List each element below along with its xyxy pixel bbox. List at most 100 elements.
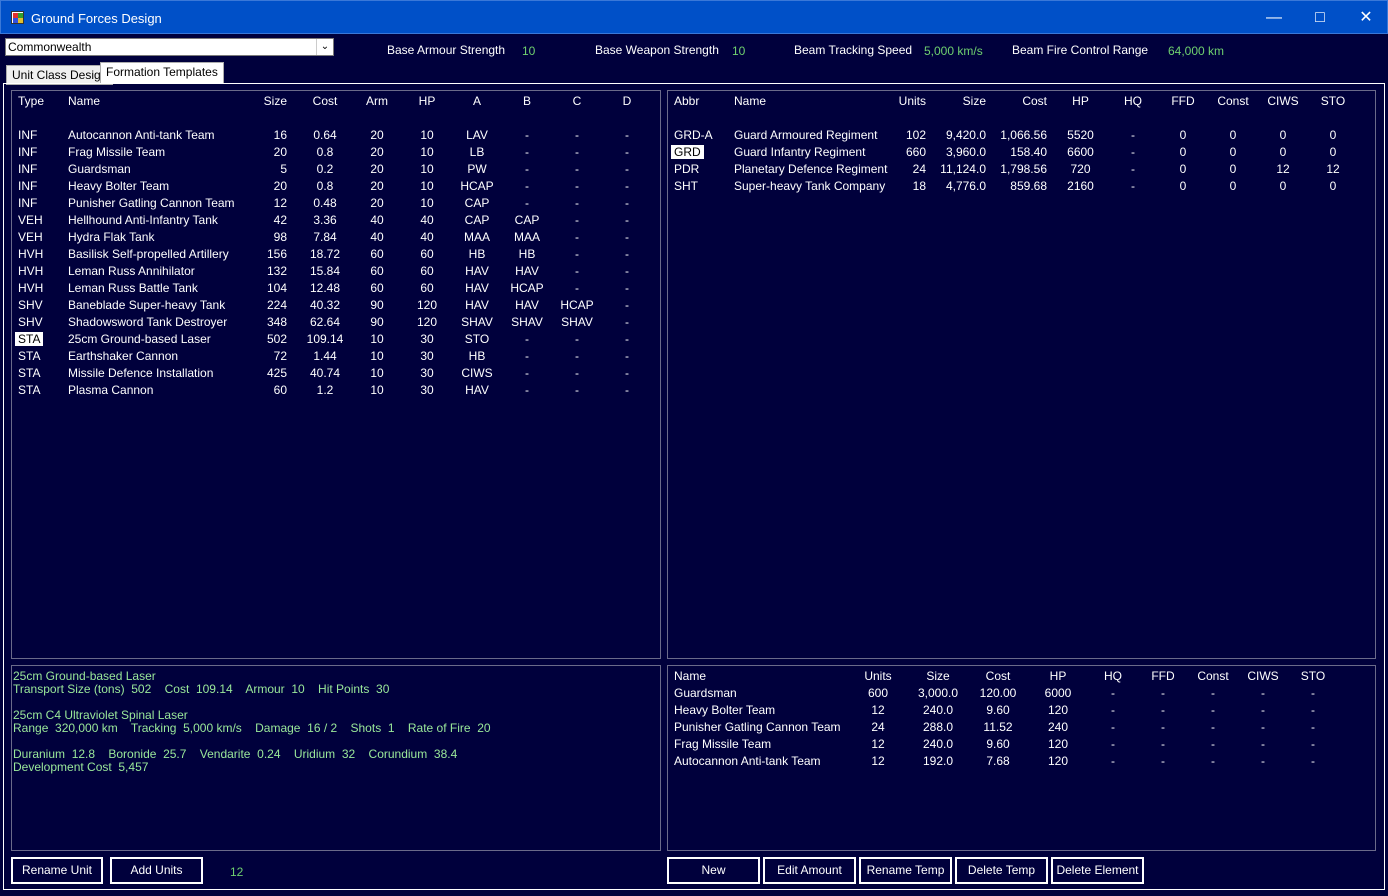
column-header-hp[interactable]: HP [412, 94, 442, 108]
column-header-type[interactable]: Type [18, 94, 44, 108]
cell-b: HAV [515, 264, 539, 278]
unit-class-list[interactable]: Type Name Size Cost Arm HP A B C D INF Autocannon A… [11, 90, 661, 659]
unit-row[interactable]: INF Punisher Gatling Cannon Team 12 0.48 20 1… [12, 196, 660, 213]
new-template-button[interactable]: New [667, 857, 760, 884]
column-header-d[interactable]: D [602, 94, 652, 108]
base-armour-strength-value: 10 [522, 44, 536, 58]
unit-row[interactable]: VEH Hydra Flak Tank 98 7.84 40 40 MAA MAA - - [12, 230, 660, 247]
cell-cost: 0.48 [313, 196, 337, 210]
cell-cost: 109.14 [306, 332, 344, 346]
cell-b: - [525, 349, 529, 363]
template-row[interactable]: GRD-A Guard Armoured Regiment 102 9,420.0 1,… [668, 128, 1375, 145]
column-header-ffd[interactable]: FFD [1163, 94, 1203, 108]
column-header-const[interactable]: Const [1208, 94, 1258, 108]
cell-b: - [525, 366, 529, 380]
element-row[interactable]: Heavy Bolter Team 12 240.0 9.60 120 - - - - - [668, 703, 1375, 720]
cell-size: 16 [273, 128, 287, 142]
unit-row[interactable]: VEH Hellhound Anti-Infantry Tank 42 3.36 40 4… [12, 213, 660, 230]
column-header-size[interactable]: Size [936, 94, 986, 108]
cell-ffd: - [1161, 720, 1165, 734]
cell-size: 348 [266, 315, 287, 329]
column-header-size[interactable]: Size [908, 669, 968, 683]
element-row[interactable]: Frag Missile Team 12 240.0 9.60 120 - - - - - [668, 737, 1375, 754]
cell-name: Punisher Gatling Cannon Team [68, 196, 235, 210]
column-header-c[interactable]: C [552, 94, 602, 108]
maximize-icon[interactable]: □ [1297, 1, 1343, 34]
cell-type: INF [18, 179, 38, 193]
rename-unit-button[interactable]: Rename Unit [11, 857, 103, 884]
unit-row[interactable]: INF Frag Missile Team 20 0.8 20 10 LB - - - [12, 145, 660, 162]
unit-row[interactable]: SHV Shadowsword Tank Destroyer 348 62.64 90 1… [12, 315, 660, 332]
column-header-name[interactable]: Name [734, 94, 766, 108]
unit-row[interactable]: HVH Leman Russ Battle Tank 104 12.48 60 60 HAV… [12, 281, 660, 298]
cell-units: 18 [912, 179, 926, 193]
column-header-cost[interactable]: Cost [968, 669, 1028, 683]
column-header-name[interactable]: Name [674, 669, 706, 683]
tab-unit-class-design[interactable]: Unit Class Design [6, 65, 114, 85]
unit-row[interactable]: INF Autocannon Anti-tank Team 16 0.64 20 10 LA… [12, 128, 660, 145]
column-header-hq[interactable]: HQ [1088, 669, 1138, 683]
element-row[interactable]: Autocannon Anti-tank Team 12 192.0 7.68 120 -… [668, 754, 1375, 771]
delete-element-button[interactable]: Delete Element [1051, 857, 1144, 884]
cell-a: HB [468, 349, 486, 363]
cell-c: - [575, 332, 579, 346]
template-row[interactable]: PDR Planetary Defence Regiment 24 11,124.0 1… [668, 162, 1375, 179]
cell-type: INF [18, 128, 38, 142]
close-icon[interactable]: ✕ [1343, 1, 1388, 34]
column-header-b[interactable]: B [502, 94, 552, 108]
chevron-down-icon[interactable]: ⌄ [316, 39, 333, 55]
column-header-ciws[interactable]: CIWS [1238, 669, 1288, 683]
column-header-sto[interactable]: STO [1288, 669, 1338, 683]
unit-row[interactable]: HVH Basilisk Self-propelled Artillery 156 1… [12, 247, 660, 264]
cell-hp: 720 [1070, 162, 1091, 176]
cell-arm: 60 [370, 264, 384, 278]
column-header-ffd[interactable]: FFD [1138, 669, 1188, 683]
tab-formation-templates[interactable]: Formation Templates [100, 62, 224, 84]
column-header-hq[interactable]: HQ [1113, 94, 1153, 108]
unit-info-panel: 25cm Ground-based Laser Transport Size (t… [11, 665, 661, 851]
column-header-hp[interactable]: HP [1038, 669, 1078, 683]
cell-ciws: - [1261, 754, 1265, 768]
column-header-arm[interactable]: Arm [362, 94, 392, 108]
cell-ffd: 0 [1179, 162, 1187, 176]
template-element-list[interactable]: Name Units Size Cost HP HQ FFD Const CIWS STO Guar… [667, 665, 1376, 851]
cell-ffd: - [1161, 754, 1165, 768]
rename-template-button[interactable]: Rename Temp [859, 857, 952, 884]
column-header-ciws[interactable]: CIWS [1258, 94, 1308, 108]
column-header-size[interactable]: Size [257, 94, 287, 108]
column-header-a[interactable]: A [452, 94, 502, 108]
delete-template-button[interactable]: Delete Temp [955, 857, 1048, 884]
unit-row[interactable]: INF Guardsman 5 0.2 20 10 PW - - - [12, 162, 660, 179]
column-header-units[interactable]: Units [858, 669, 898, 683]
column-header-hp[interactable]: HP [1058, 94, 1103, 108]
unit-row[interactable]: HVH Leman Russ Annihilator 132 15.84 60 60 HAV… [12, 264, 660, 281]
unit-row[interactable]: STA Plasma Cannon 60 1.2 10 30 HAV - - - [12, 383, 660, 400]
column-header-name[interactable]: Name [68, 94, 100, 108]
column-header-sto[interactable]: STO [1308, 94, 1358, 108]
template-row[interactable]: SHT Super-heavy Tank Company 18 4,776.0 859.… [668, 179, 1375, 196]
unit-row[interactable]: STA Missile Defence Installation 425 40.74 1… [12, 366, 660, 383]
unit-row[interactable]: STA 25cm Ground-based Laser 502 109.14 10 30 S… [12, 332, 660, 349]
column-header-cost[interactable]: Cost [300, 94, 350, 108]
unit-row[interactable]: SHV Baneblade Super-heavy Tank 224 40.32 90 1… [12, 298, 660, 315]
cell-hp: 10 [420, 179, 434, 193]
column-header-cost[interactable]: Cost [988, 94, 1047, 108]
faction-select[interactable]: Commonwealth ⌄ [5, 38, 334, 56]
element-row[interactable]: Guardsman 600 3,000.0 120.00 6000 - - - - - [668, 686, 1375, 703]
minimize-icon[interactable]: — [1251, 1, 1297, 34]
add-units-button[interactable]: Add Units [110, 857, 203, 884]
unit-row[interactable]: STA Earthshaker Cannon 72 1.44 10 30 HB - - - [12, 349, 660, 366]
cell-arm: 20 [370, 128, 384, 142]
add-units-count[interactable]: 12 [230, 865, 243, 879]
cell-d: - [625, 315, 629, 329]
edit-amount-button[interactable]: Edit Amount [763, 857, 856, 884]
element-row[interactable]: Punisher Gatling Cannon Team 24 288.0 11.52… [668, 720, 1375, 737]
cell-arm: 20 [370, 145, 384, 159]
template-row[interactable]: GRD Guard Infantry Regiment 660 3,960.0 158.… [668, 145, 1375, 162]
cell-size: 20 [273, 179, 287, 193]
formation-template-list[interactable]: Abbr Name Units Size Cost HP HQ FFD Const CIWS STO… [667, 90, 1376, 659]
column-header-const[interactable]: Const [1188, 669, 1238, 683]
column-header-units[interactable]: Units [888, 94, 926, 108]
unit-row[interactable]: INF Heavy Bolter Team 20 0.8 20 10 HCAP - - - [12, 179, 660, 196]
column-header-abbr[interactable]: Abbr [674, 94, 699, 108]
